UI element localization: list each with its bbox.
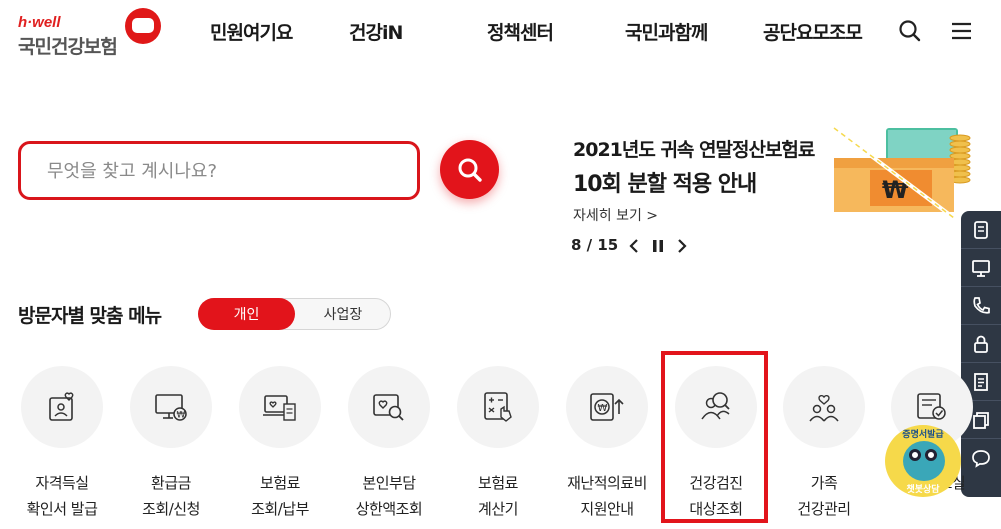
menu-item-copay-limit[interactable]: 본인부담 상한액조회 — [348, 366, 430, 518]
mascot-face-icon — [903, 441, 945, 481]
banner-pause-button[interactable] — [650, 237, 666, 255]
bill-laptop-icon — [263, 395, 296, 421]
banner-title-line1: 2021년도 귀속 연말정산보험료 — [573, 139, 815, 161]
quick-monitor-button[interactable] — [961, 249, 1001, 287]
receipt-icon — [974, 220, 988, 239]
nav-item-policy[interactable]: 정책센터 — [487, 18, 554, 48]
mask-logo-icon — [125, 8, 161, 44]
banner-page-indicator: 8 / 15 — [571, 236, 619, 254]
logo-name: 국민건강보험 — [18, 36, 118, 58]
tab-personal[interactable]: 개인 — [198, 298, 295, 330]
nav-item-health-in[interactable]: 건강iN — [349, 18, 403, 48]
search-field — [18, 141, 420, 200]
menu-item-icon-bg — [783, 366, 865, 448]
won-support-icon: ₩ — [590, 393, 624, 421]
logo-brand-text: h·well — [18, 14, 61, 31]
copy-icon — [973, 411, 989, 429]
visitor-type-toggle: 개인 사업장 — [198, 298, 391, 330]
nav-item-minwon[interactable]: 민원여기요 — [210, 18, 293, 48]
phone-icon — [973, 296, 990, 314]
monitor-icon — [972, 259, 990, 277]
menu-item-icon-bg: ₩ — [130, 366, 212, 448]
family-heart-icon — [809, 395, 839, 422]
chevron-right-icon — [678, 239, 687, 253]
search-icon — [458, 158, 482, 182]
mascot-eye-icon — [925, 449, 937, 461]
pause-icon — [653, 240, 663, 252]
mascot-eye-icon — [909, 449, 921, 461]
chevron-left-icon — [629, 239, 638, 253]
search-icon[interactable] — [897, 18, 923, 44]
menu-item-icon-bg — [21, 366, 103, 448]
menu-item-calculator[interactable]: 보험료 계산기 — [457, 366, 539, 518]
tab-business[interactable]: 사업장 — [295, 298, 391, 330]
document-icon — [974, 372, 988, 391]
banner-more-link[interactable]: 자세히 보기 > — [573, 205, 658, 225]
banner-next-button[interactable] — [674, 237, 690, 255]
id-card-heart-icon — [49, 392, 74, 421]
chatbot-mascot-button[interactable]: 증명서발급 챗봇상담 — [885, 425, 961, 497]
quick-lock-button[interactable] — [961, 325, 1001, 363]
quick-menu-bar — [961, 211, 1001, 497]
quick-receipt-button[interactable] — [961, 211, 1001, 249]
people-search-icon — [701, 392, 730, 420]
menu-item-icon-bg: ₩ — [566, 366, 648, 448]
menu-item-premium-payment[interactable]: 보험료 조회/납부 — [239, 366, 321, 518]
banner-title-line2: 10회 분할 적용 안내 — [573, 172, 757, 197]
menu-item-icon-bg — [239, 366, 321, 448]
chatbot-bottom-text: 챗봇상담 — [906, 485, 940, 495]
calculator-icon — [484, 392, 512, 422]
menu-item-checkup-target[interactable]: 건강검진 대상조회 — [675, 366, 757, 518]
heart-search-icon — [373, 394, 404, 421]
banner-prev-button[interactable] — [626, 237, 642, 255]
menu-item-refund[interactable]: ₩ 환급금 조회/신청 — [130, 366, 212, 518]
chat-icon — [972, 450, 990, 468]
lock-icon — [974, 335, 988, 353]
site-logo[interactable]: h·well 국민건강보험 — [18, 8, 168, 58]
quick-phone-button[interactable] — [961, 287, 1001, 325]
form-check-icon — [917, 393, 946, 420]
menu-item-disaster-medical[interactable]: ₩ 재난적의료비 지원안내 — [566, 366, 648, 518]
nav-item-together[interactable]: 국민과함께 — [625, 18, 708, 48]
chatbot-top-text: 증명서발급 — [902, 430, 944, 440]
search-input[interactable] — [47, 156, 387, 186]
menu-section-title: 방문자별 맞춤 메뉴 — [18, 305, 162, 327]
banner-illustration: ₩ — [832, 126, 971, 220]
menu-item-icon-bg — [675, 366, 757, 448]
svg-text:₩: ₩ — [177, 411, 186, 421]
hamburger-icon[interactable] — [949, 18, 975, 44]
nav-item-about[interactable]: 공단요모조모 — [763, 18, 863, 48]
menu-item-icon-bg — [457, 366, 539, 448]
menu-item-family-health[interactable]: 가족 건강관리 — [783, 366, 865, 518]
menu-item-icon-bg — [348, 366, 430, 448]
monitor-won-icon: ₩ — [155, 394, 187, 421]
search-button[interactable] — [440, 140, 499, 199]
svg-text:₩: ₩ — [598, 403, 608, 414]
menu-item-qualification[interactable]: 자격득실 확인서 발급 — [21, 366, 103, 518]
